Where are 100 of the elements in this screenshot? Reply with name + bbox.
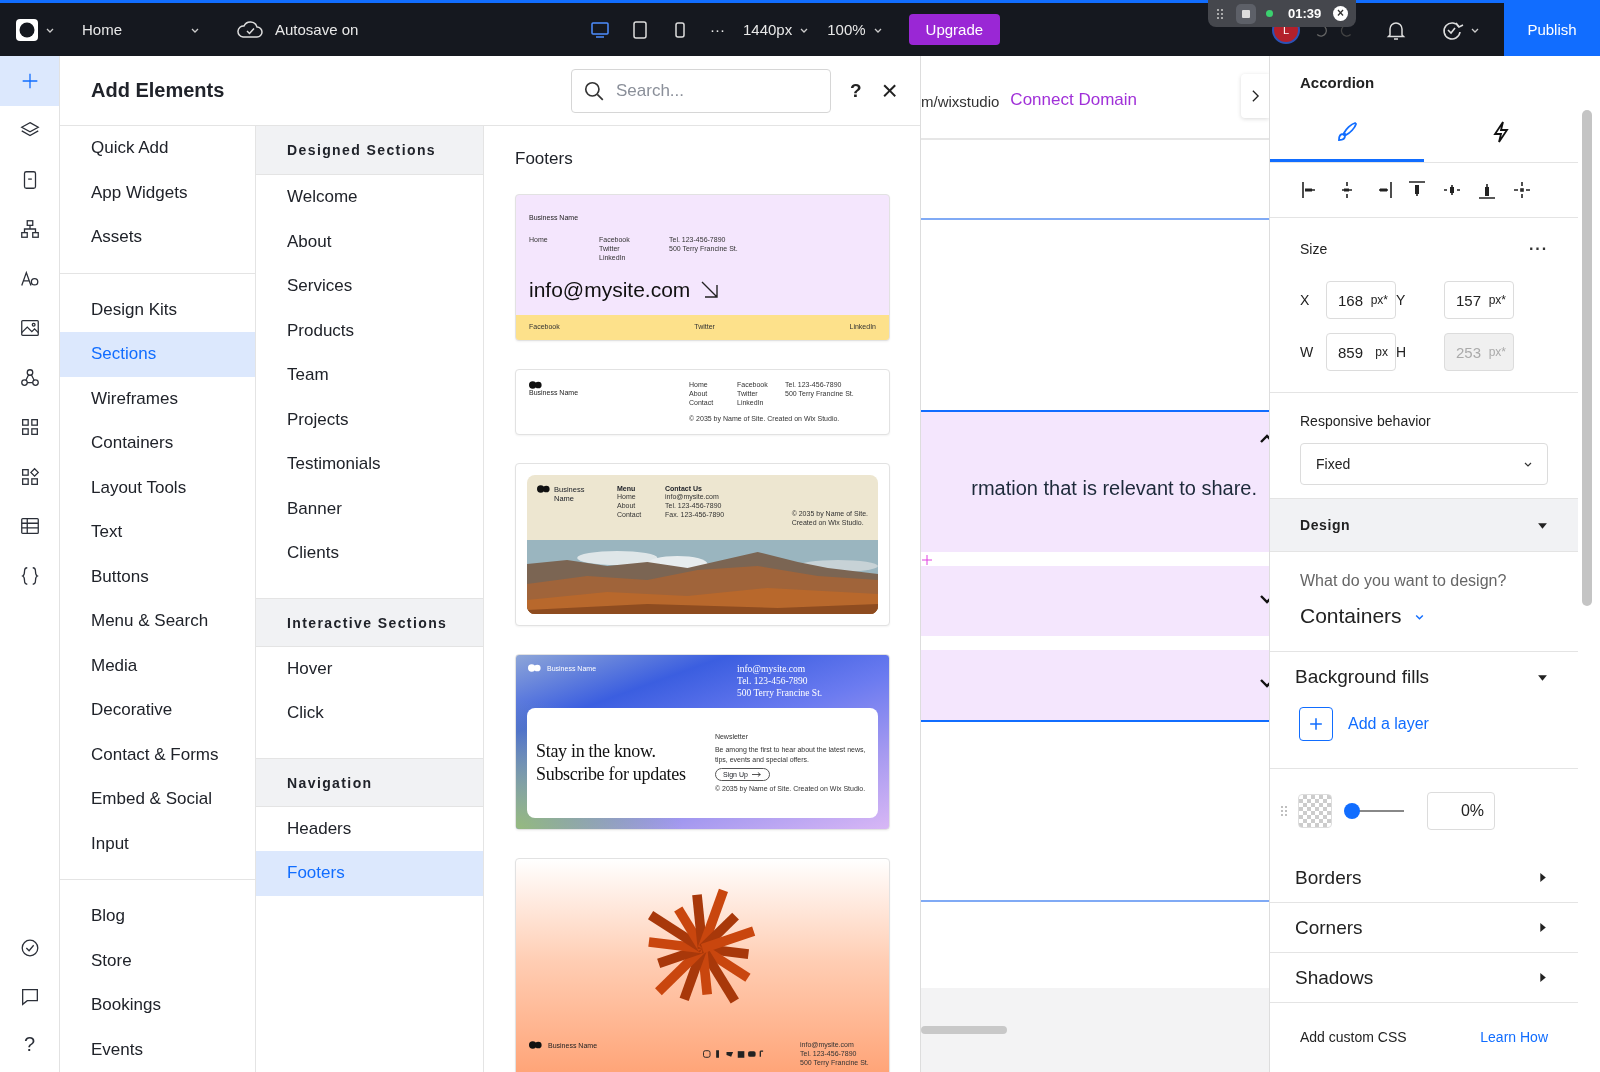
section-item[interactable]: Hover (256, 646, 483, 691)
category-item[interactable]: Buttons (60, 554, 255, 599)
behavior-dropdown[interactable]: Fixed (1300, 443, 1548, 485)
transparent-swatch[interactable] (1298, 794, 1332, 828)
category-item[interactable]: Media (60, 643, 255, 688)
triangle-icon (1537, 972, 1548, 983)
logo-icon (529, 381, 542, 389)
triangle-icon (1537, 872, 1548, 883)
category-item[interactable]: Text (60, 510, 255, 555)
contact-line: 500 Terry Francine St. (737, 687, 824, 700)
email-text: info@mysite.com (529, 278, 691, 303)
arrow-icon (751, 771, 762, 777)
zoom-dropdown[interactable]: 100% (827, 21, 883, 38)
more-button[interactable]: ··· (1529, 240, 1548, 258)
section-item[interactable]: Clients (256, 531, 483, 576)
help-button[interactable]: ? (0, 1022, 59, 1066)
field-label: H (1396, 344, 1408, 360)
learn-how-link[interactable]: Learn How (1480, 1029, 1548, 1045)
add-layer-link[interactable]: Add a layer (1348, 715, 1429, 733)
brush-icon (1335, 119, 1359, 144)
number-field[interactable]: 859 px (1326, 333, 1396, 371)
logo-icon (529, 1041, 542, 1049)
stop-icon[interactable] (1236, 3, 1256, 24)
category-item[interactable]: Contact & Forms (60, 732, 255, 777)
option-row[interactable]: Borders (1270, 853, 1578, 903)
scrollbar[interactable] (1582, 110, 1592, 606)
field-label: X (1300, 292, 1311, 308)
section-item[interactable]: Welcome (256, 175, 483, 220)
panel-title: Add Elements (91, 79, 226, 102)
accordion-item[interactable] (921, 650, 1269, 722)
autosave-status: Autosave on (275, 21, 359, 38)
close-button[interactable]: × (881, 76, 898, 105)
section-item[interactable]: Headers (256, 806, 483, 851)
section-item[interactable]: Footers (256, 851, 483, 896)
accordion-text: rmation that is relevant to share. (971, 476, 1257, 500)
category-item[interactable]: Events (60, 1027, 255, 1072)
number-field[interactable]: 157 px* (1444, 281, 1514, 319)
page-dropdown[interactable]: Home (82, 21, 200, 38)
help-button[interactable]: ? (850, 79, 862, 102)
section-heading: Designed Sections (256, 126, 483, 175)
category-item[interactable]: App Widgets (60, 170, 255, 215)
footer-template[interactable] (515, 654, 890, 830)
opacity-field[interactable]: 0% (1427, 792, 1495, 830)
category-item[interactable]: Containers (60, 421, 255, 466)
desktop-icon (590, 19, 610, 40)
option-row[interactable]: Shadows (1270, 953, 1578, 1003)
option-row[interactable]: Corners (1270, 903, 1578, 953)
category-item[interactable]: Sections (60, 332, 255, 377)
category-item[interactable]: Menu & Search (60, 599, 255, 644)
design-target-dropdown[interactable]: Containers (1300, 604, 1548, 628)
category-item[interactable]: Embed & Social (60, 777, 255, 822)
logo-icon (537, 485, 550, 493)
logo-icon[interactable] (15, 17, 39, 42)
drag-handle-icon[interactable] (1216, 7, 1224, 20)
upgrade-button[interactable]: Upgrade (908, 14, 1001, 45)
add-layer-button[interactable] (1299, 707, 1333, 741)
section-item[interactable]: Click (256, 691, 483, 736)
section-heading: Navigation (256, 757, 483, 807)
number-field[interactable]: 168 px* (1326, 281, 1396, 319)
cloud-check-icon (236, 19, 264, 40)
close-button[interactable]: × (1333, 6, 1348, 21)
section-item[interactable]: Projects (256, 397, 483, 442)
background-fills-header[interactable]: Background fills (1295, 666, 1548, 688)
design-prompt: What do you want to design? (1300, 572, 1508, 590)
scrollbar[interactable] (921, 1026, 1007, 1034)
accordion-item[interactable]: rmation that is relevant to share. (921, 412, 1269, 552)
search-field[interactable]: Search... (571, 68, 831, 113)
category-item[interactable]: Bookings (60, 983, 255, 1028)
section-item[interactable]: Products (256, 308, 483, 353)
section-item[interactable]: Banner (256, 486, 483, 531)
category-item[interactable]: Assets (60, 215, 255, 260)
arrow-icon (700, 280, 721, 301)
more-button[interactable]: ··· (710, 21, 725, 38)
category-item[interactable]: Input (60, 821, 255, 866)
category-item[interactable]: Design Kits (60, 287, 255, 332)
chevron-right-icon (1250, 89, 1260, 103)
plus-icon (1309, 717, 1323, 731)
site-url: m/wixstudio (921, 93, 1000, 110)
slider-thumb[interactable] (1344, 803, 1360, 819)
design-header[interactable]: Design (1270, 499, 1578, 552)
sitemap-icon (18, 218, 41, 241)
category-item[interactable]: Layout Tools (60, 465, 255, 510)
section-item[interactable]: Services (256, 264, 483, 309)
section-item[interactable]: Team (256, 353, 483, 398)
section-item[interactable]: Testimonials (256, 442, 483, 487)
width-dropdown[interactable]: 1440px (743, 21, 810, 38)
inspector-title: Accordion (1299, 73, 1376, 93)
triangle-icon (1537, 922, 1548, 933)
category-item[interactable]: Store (60, 938, 255, 983)
category-item[interactable]: Blog (60, 894, 255, 939)
drag-handle-icon[interactable] (1280, 805, 1288, 817)
plus-icon[interactable] (922, 555, 932, 565)
category-item[interactable]: Wireframes (60, 376, 255, 421)
category-item[interactable]: Quick Add (60, 126, 255, 171)
section-item[interactable]: About (256, 219, 483, 264)
publish-button[interactable]: Publish (1504, 3, 1600, 56)
search-icon (583, 79, 605, 102)
category-item[interactable]: Decorative (60, 688, 255, 733)
connect-domain-link[interactable]: Connect Domain (1010, 90, 1137, 110)
contact-line: Tel. 123-456-7890 (737, 675, 809, 688)
